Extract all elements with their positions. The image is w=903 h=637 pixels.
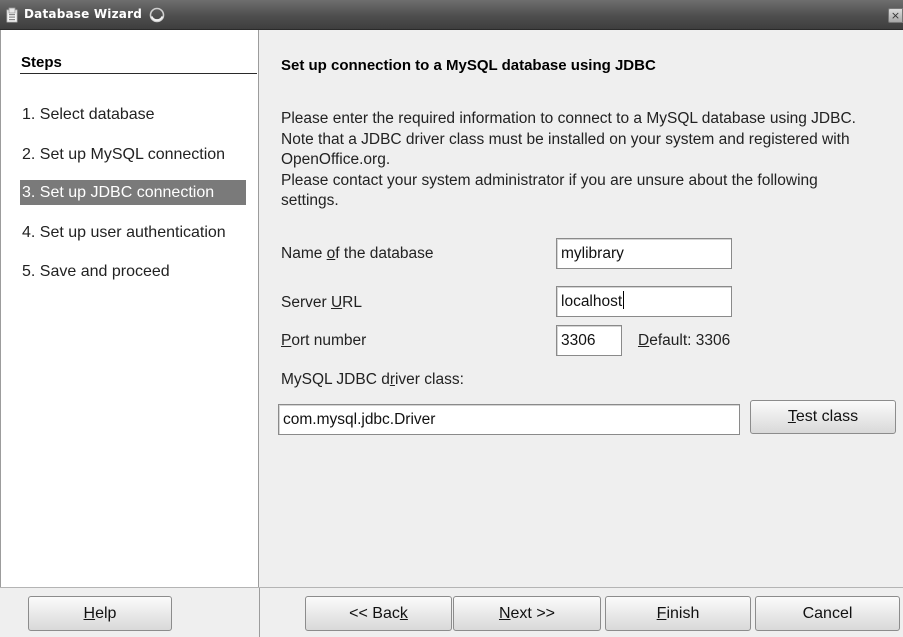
next-button[interactable]: Next >> <box>453 596 601 631</box>
instructions-line: Please contact your system administrator… <box>281 171 818 189</box>
steps-divider <box>20 73 257 74</box>
instructions-line: Note that a JDBC driver class must be in… <box>281 130 850 148</box>
window-title: Database Wizard <box>24 7 142 21</box>
jdbc-driver-class-field[interactable]: com.mysql.jdbc.Driver <box>278 404 740 435</box>
database-name-field[interactable]: mylibrary <box>556 238 732 269</box>
help-button[interactable]: Help <box>28 596 172 631</box>
step-setup-mysql-connection[interactable]: 2. Set up MySQL connection <box>20 142 246 167</box>
finish-button[interactable]: Finish <box>605 596 751 631</box>
wizard-page: Set up connection to a MySQL database us… <box>260 30 903 587</box>
window-titlebar[interactable]: Database Wizard × <box>0 0 903 30</box>
step-setup-user-authentication[interactable]: 4. Set up user authentication <box>20 220 246 245</box>
server-url-field[interactable]: localhost <box>556 286 732 317</box>
busy-spinner-icon <box>149 7 165 23</box>
instructions-line: Please enter the required information to… <box>281 110 856 127</box>
jdbc-driver-class-label: MySQL JDBC driver class: <box>281 371 464 388</box>
back-button[interactable]: << Back <box>305 596 452 631</box>
pane-divider <box>259 588 260 637</box>
instructions-line: settings. <box>281 192 339 209</box>
port-default-label: Default: 3306 <box>638 332 731 349</box>
server-url-label: Server URL <box>281 294 362 311</box>
steps-heading: Steps <box>21 54 62 71</box>
close-icon[interactable]: × <box>888 8 903 23</box>
instructions-text: Please enter the required information to… <box>281 109 901 212</box>
step-select-database[interactable]: 1. Select database <box>20 102 246 127</box>
step-save-and-proceed[interactable]: 5. Save and proceed <box>20 259 246 284</box>
port-number-field[interactable]: 3306 <box>556 325 622 356</box>
instructions-line: OpenOffice.org. <box>281 151 391 168</box>
text-cursor <box>623 291 625 309</box>
wizard-button-bar: Help << Back Next >> Finish Cancel <box>0 587 903 637</box>
page-title: Set up connection to a MySQL database us… <box>281 57 656 74</box>
test-class-button[interactable]: Test class <box>750 400 896 434</box>
database-wizard-icon <box>6 7 18 23</box>
database-name-label: Name of the database <box>281 245 434 262</box>
step-setup-jdbc-connection[interactable]: 3. Set up JDBC connection <box>20 180 246 205</box>
port-number-label: Port number <box>281 332 367 349</box>
cancel-button[interactable]: Cancel <box>755 596 900 631</box>
steps-pane: Steps 1. Select database 2. Set up MySQL… <box>0 30 259 587</box>
